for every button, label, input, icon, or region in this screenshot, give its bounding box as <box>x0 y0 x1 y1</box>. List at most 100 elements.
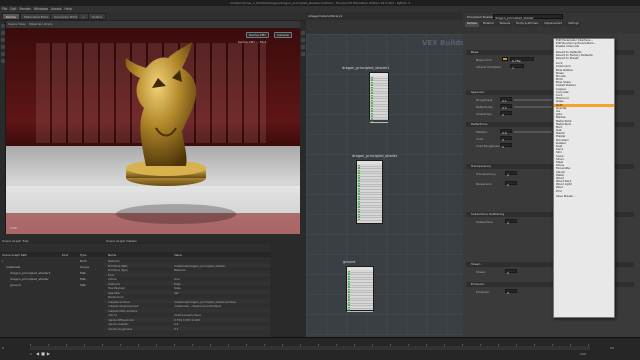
move-tool-icon[interactable] <box>1 31 5 35</box>
details-row-value: 0.1 <box>174 326 179 331</box>
tree-col-type[interactable]: Type <box>80 253 86 257</box>
details-row: Has Payload false <box>104 286 270 290</box>
menu-render[interactable]: Render <box>20 7 31 11</box>
tree-row-path[interactable]: / <box>2 259 3 263</box>
metallic-slider[interactable] <box>514 131 552 133</box>
render-viewport[interactable]: Karma CPU — 36.4 Karma XPU Camera 0:06 <box>6 28 300 234</box>
sheen-field[interactable]: 0 <box>505 269 517 275</box>
details-row-value: false <box>174 281 181 286</box>
lighting-icon[interactable] <box>301 38 305 42</box>
node-port[interactable] <box>357 218 382 222</box>
tree-row-path[interactable]: ground <box>10 283 21 287</box>
node-name-field[interactable]: dragon_principled_shader <box>493 14 563 20</box>
menu-file[interactable]: File <box>2 7 7 11</box>
details-row: Primitive Type Material <box>104 268 270 272</box>
node-shader-2[interactable] <box>356 160 383 224</box>
reflectivity-field[interactable]: 0.5 <box>500 104 512 110</box>
details-row-name: outputs:surface <box>108 299 130 304</box>
details-row-name: Primitive Type <box>108 268 128 272</box>
details-row-name: Instance <box>108 281 120 286</box>
base-color-field[interactable]: 0.759 <box>510 57 534 63</box>
menu-help[interactable]: Help <box>65 7 72 11</box>
anisotropy-field[interactable]: 0 <box>500 111 512 117</box>
shelf-tab-karma[interactable]: Karma <box>2 13 20 20</box>
viewport-tab[interactable]: Scene View <box>8 22 25 26</box>
shelf-tab-materialist[interactable]: Materialist Bldrs <box>20 13 53 20</box>
shelf-tab-add[interactable]: + <box>78 13 89 20</box>
tab-scene-graph-details[interactable]: Scene Graph Details <box>106 239 137 243</box>
param-label-base-color: Base Color <box>476 58 493 62</box>
coat-roughness-field[interactable]: 0 <box>500 143 512 149</box>
node-label: dragon_principled_shader1 <box>342 66 390 70</box>
tab-scene-graph-tree[interactable]: Scene Graph Tree <box>2 239 29 243</box>
tree-row-type: Scope <box>80 265 90 269</box>
node-shader-1[interactable] <box>369 72 389 123</box>
rotate-tool-icon[interactable] <box>1 38 5 42</box>
tree-row-path[interactable]: dragon_principled_shader1 <box>10 271 51 275</box>
emission-field[interactable]: 0 <box>505 289 517 295</box>
node-label: ground <box>343 260 356 264</box>
karma-xpu-button[interactable]: Karma XPU <box>246 32 269 38</box>
tree-row-path[interactable]: dragon_principled_shader <box>10 277 49 281</box>
details-col-name[interactable]: Name <box>108 253 116 257</box>
param-label-albedo: Albedo Multiplier <box>476 65 502 69</box>
shelf-tab-geometry[interactable]: Geometry Bldrs <box>50 13 82 20</box>
details-row-name: outputs:mtlx:surface <box>108 308 138 313</box>
select-tool-icon[interactable] <box>1 24 5 28</box>
param-tab-textures[interactable]: Textures <box>497 22 513 27</box>
scale-tool-icon[interactable] <box>1 45 5 49</box>
dropdown-item[interactable]: Save Preset... <box>554 195 614 198</box>
param-label-coat: Coat <box>476 137 483 141</box>
details-row: Model Kind <box>104 295 270 299</box>
param-tab-material[interactable]: Material <box>480 22 496 27</box>
roughness-slider[interactable] <box>514 99 552 101</box>
network-context-watermark: VEX Builder <box>422 39 469 47</box>
camera-button[interactable]: Camera <box>274 32 292 38</box>
current-frame[interactable]: 1 <box>2 346 4 350</box>
shading-icon[interactable] <box>301 45 305 49</box>
param-tab-displacement[interactable]: Displacement <box>542 22 565 27</box>
reflectivity-slider[interactable] <box>514 106 552 108</box>
details-row-value: false <box>174 286 181 290</box>
metallic-field[interactable]: 0.6 <box>500 129 512 135</box>
snapshot-icon[interactable] <box>301 52 305 56</box>
view-tool-icon[interactable] <box>1 59 5 63</box>
menu-windows[interactable]: Windows <box>34 7 48 11</box>
handle-tool-icon[interactable] <box>1 52 5 56</box>
preset-dropdown-menu[interactable]: Edit Parameter Interface... Edit Renderin… <box>553 38 615 318</box>
tree-col-kind[interactable]: Kind <box>62 253 68 257</box>
display-options-icon[interactable] <box>301 31 305 35</box>
details-row-name: inputs:metallic <box>108 322 129 326</box>
coat-field[interactable]: 0 <box>500 136 512 142</box>
node-ground[interactable] <box>346 266 374 312</box>
play-back-icon[interactable]: ◀ <box>36 351 39 356</box>
albedo-field[interactable]: 1 <box>510 64 524 70</box>
timeline-track[interactable] <box>30 346 590 350</box>
network-tabs: /stage/materiallibrary1 <box>306 13 466 20</box>
play-icon[interactable]: ▶ <box>47 351 50 356</box>
details-col-value[interactable]: Value <box>174 253 182 257</box>
stop-icon[interactable]: ■ <box>41 351 45 356</box>
menu-edit[interactable]: Edit <box>10 7 16 11</box>
roughness-field[interactable]: 0.1 <box>500 97 512 103</box>
param-tab-surface[interactable]: Surface <box>465 22 479 27</box>
tree-row-path[interactable]: materials <box>6 265 20 269</box>
tree-row-type: Mat. <box>80 277 87 281</box>
node-port[interactable] <box>347 309 373 312</box>
dragon-statue-render <box>116 42 236 224</box>
node-port[interactable] <box>370 120 388 123</box>
param-tab-settings[interactable]: Settings <box>566 22 581 27</box>
network-tab-path[interactable]: /stage/materiallibrary1 <box>308 14 342 18</box>
base-color-swatch[interactable] <box>502 57 508 61</box>
menu-assets[interactable]: Assets <box>51 7 61 11</box>
transparency-field[interactable]: 0 <box>505 171 517 177</box>
param-label-transparency: Transparency <box>476 172 497 176</box>
details-row: inputs:diffuseColor 0.759 0.553 0.168 <box>104 317 270 322</box>
dispersion-field[interactable]: 0 <box>505 181 517 187</box>
shelf-tab-solaris[interactable]: Solaris <box>88 13 107 20</box>
details-row: Instance false <box>104 281 270 286</box>
details-row: info:id UsdPreviewSurface <box>104 313 270 317</box>
subsurface-field[interactable]: 0 <box>505 219 517 225</box>
param-tab-bump[interactable]: Bump & Normals <box>514 22 541 27</box>
tree-col-path[interactable]: Scene Graph Path <box>2 253 27 257</box>
